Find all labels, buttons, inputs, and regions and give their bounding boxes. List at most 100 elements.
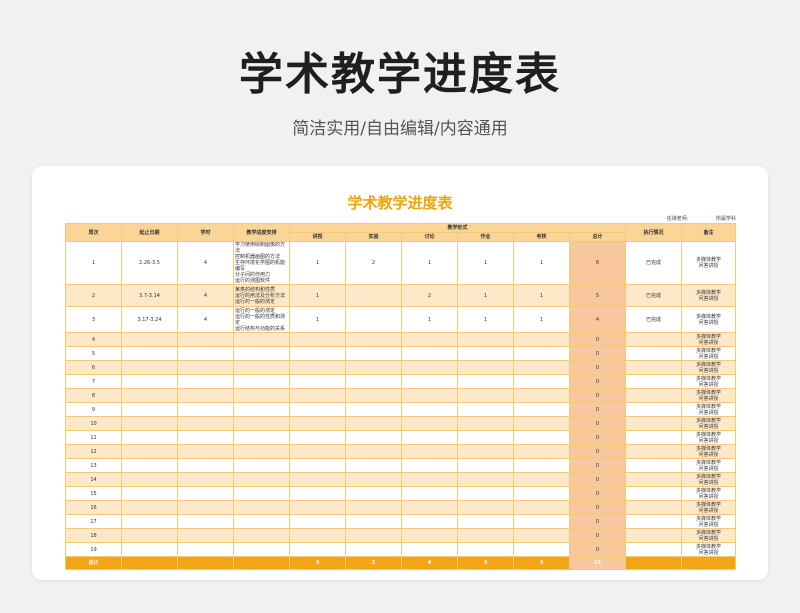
cell-week[interactable]: 8 — [65, 388, 122, 403]
cell-content[interactable] — [233, 542, 290, 557]
cell-status[interactable] — [625, 444, 683, 459]
footer-exam[interactable]: 3 — [513, 556, 570, 570]
cell-experiment[interactable] — [345, 458, 402, 473]
cell-total[interactable]: 0 — [568, 486, 627, 501]
cell-total[interactable]: 0 — [568, 472, 627, 487]
cell-note[interactable]: 多媒体教学 问答讲授 — [681, 430, 737, 445]
cell-lecture[interactable] — [289, 472, 346, 487]
cell-hours[interactable] — [177, 416, 234, 431]
cell-week[interactable]: 18 — [65, 528, 122, 543]
cell-dates[interactable]: 3.7-3.14 — [121, 284, 178, 307]
footer-discussion[interactable]: 4 — [401, 556, 458, 570]
cell-week[interactable]: 13 — [65, 458, 122, 473]
cell-content[interactable] — [233, 346, 290, 361]
cell-exam[interactable] — [513, 500, 570, 515]
cell-experiment[interactable] — [345, 472, 402, 487]
cell-experiment[interactable] — [345, 346, 402, 361]
cell-total[interactable]: 0 — [568, 514, 627, 529]
cell-dates[interactable] — [121, 514, 178, 529]
cell-lecture[interactable] — [289, 458, 346, 473]
cell-note[interactable]: 多媒体教学 问答讲授 — [681, 346, 737, 361]
header-total[interactable]: 总计 — [568, 232, 627, 242]
cell-homework[interactable]: 1 — [457, 284, 514, 307]
cell-homework[interactable] — [457, 430, 514, 445]
cell-dates[interactable] — [121, 388, 178, 403]
cell-exam[interactable] — [513, 514, 570, 529]
cell-note[interactable]: 多媒体教学 问答讲授 — [681, 486, 737, 501]
cell-status[interactable] — [625, 486, 683, 501]
cell-week[interactable]: 11 — [65, 430, 122, 445]
cell-content[interactable] — [233, 528, 290, 543]
cell-dates[interactable] — [121, 500, 178, 515]
cell-dates[interactable] — [121, 374, 178, 389]
cell-week[interactable]: 12 — [65, 444, 122, 459]
footer-cell[interactable] — [625, 556, 683, 570]
cell-week[interactable]: 9 — [65, 402, 122, 417]
cell-dates[interactable]: 2.26-3.5 — [121, 241, 178, 285]
footer-homework[interactable]: 3 — [457, 556, 514, 570]
cell-lecture[interactable] — [289, 486, 346, 501]
cell-dates[interactable] — [121, 528, 178, 543]
cell-week[interactable]: 15 — [65, 486, 122, 501]
cell-note[interactable]: 多媒体教学 问答讲授 — [681, 241, 737, 285]
cell-exam[interactable] — [513, 374, 570, 389]
header-lecture[interactable]: 讲授 — [289, 232, 346, 242]
cell-experiment[interactable] — [345, 416, 402, 431]
cell-dates[interactable]: 3.17-3.24 — [121, 306, 178, 333]
cell-note[interactable]: 多媒体教学 问答讲授 — [681, 402, 737, 417]
cell-status[interactable]: 已完成 — [625, 306, 683, 333]
cell-content[interactable] — [233, 416, 290, 431]
cell-note[interactable]: 多媒体教学 问答讲授 — [681, 528, 737, 543]
cell-hours[interactable] — [177, 332, 234, 347]
cell-total[interactable]: 0 — [568, 388, 627, 403]
cell-exam[interactable]: 1 — [513, 241, 570, 285]
cell-content[interactable]: 学习使用绘制图像的方法 控制机器画图的方法 生存环境化学图的机能编写 分子间的作用力运… — [233, 241, 290, 285]
cell-hours[interactable] — [177, 486, 234, 501]
cell-status[interactable] — [625, 528, 683, 543]
cell-total[interactable]: 0 — [568, 528, 627, 543]
cell-note[interactable]: 多媒体教学 问答讲授 — [681, 388, 737, 403]
cell-total[interactable]: 0 — [568, 374, 627, 389]
cell-exam[interactable] — [513, 430, 570, 445]
cell-discussion[interactable] — [401, 360, 458, 375]
cell-lecture[interactable]: 1 — [289, 241, 346, 285]
cell-homework[interactable] — [457, 458, 514, 473]
cell-lecture[interactable] — [289, 542, 346, 557]
header-hours[interactable]: 学时 — [177, 223, 234, 242]
cell-discussion[interactable] — [401, 528, 458, 543]
cell-lecture[interactable] — [289, 528, 346, 543]
cell-homework[interactable] — [457, 374, 514, 389]
cell-experiment[interactable] — [345, 374, 402, 389]
header-homework[interactable]: 作业 — [457, 232, 514, 242]
cell-exam[interactable]: 1 — [513, 284, 570, 307]
cell-discussion[interactable] — [401, 430, 458, 445]
header-dates[interactable]: 起止日期 — [121, 223, 178, 242]
cell-hours[interactable] — [177, 528, 234, 543]
cell-status[interactable] — [625, 458, 683, 473]
cell-lecture[interactable]: 1 — [289, 284, 346, 307]
cell-dates[interactable] — [121, 542, 178, 557]
header-status[interactable]: 执行情况 — [625, 223, 683, 242]
cell-hours[interactable] — [177, 388, 234, 403]
cell-content[interactable]: 运行的一般的测定 运行的一般的性质和测定 运行结构与功能的关系 — [233, 306, 290, 333]
header-note[interactable]: 备注 — [681, 223, 737, 242]
cell-content[interactable] — [233, 514, 290, 529]
cell-hours[interactable]: 4 — [177, 284, 234, 307]
cell-homework[interactable] — [457, 472, 514, 487]
cell-exam[interactable] — [513, 444, 570, 459]
cell-lecture[interactable] — [289, 430, 346, 445]
cell-exam[interactable] — [513, 388, 570, 403]
cell-dates[interactable] — [121, 444, 178, 459]
cell-week[interactable]: 2 — [65, 284, 122, 307]
cell-note[interactable]: 多媒体教学 问答讲授 — [681, 542, 737, 557]
cell-status[interactable] — [625, 500, 683, 515]
cell-homework[interactable] — [457, 388, 514, 403]
cell-note[interactable]: 多媒体教学 问答讲授 — [681, 306, 737, 333]
cell-hours[interactable] — [177, 430, 234, 445]
cell-exam[interactable] — [513, 542, 570, 557]
cell-exam[interactable] — [513, 486, 570, 501]
footer-experiment[interactable]: 2 — [345, 556, 402, 570]
cell-lecture[interactable] — [289, 444, 346, 459]
cell-experiment[interactable] — [345, 444, 402, 459]
cell-homework[interactable] — [457, 332, 514, 347]
